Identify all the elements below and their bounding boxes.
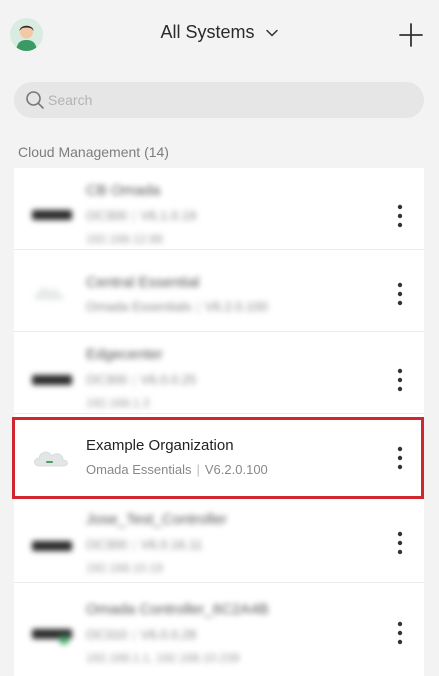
app-header: All Systems (0, 0, 439, 70)
more-options-button[interactable] (390, 445, 410, 471)
cloud-icon (34, 287, 64, 300)
more-options-button[interactable] (390, 530, 410, 556)
system-model: OC300 (86, 537, 128, 552)
hardware-controller-icon (32, 375, 72, 385)
search-icon (26, 91, 44, 109)
system-version: V6.0.0.25 (140, 372, 197, 387)
more-vertical-icon (397, 368, 403, 392)
hardware-controller-icon (32, 210, 72, 220)
more-vertical-icon (397, 621, 403, 645)
system-selector-button[interactable]: All Systems (160, 22, 278, 43)
add-system-button[interactable] (398, 22, 424, 48)
system-ip: 192.168.1.3 (86, 396, 150, 410)
system-model-version: Omada Essentials | V6.2.0.100 (86, 462, 268, 477)
more-vertical-icon (397, 531, 403, 555)
hardware-controller-icon (32, 541, 72, 551)
cloud-icon (34, 451, 68, 467)
list-item[interactable]: Jose_Test_Controller OC300 | V6.0.16.11 19… (14, 501, 424, 583)
list-item[interactable]: Edgecenter OC300 | V6.0.0.25 192.168.1.3 (14, 332, 424, 414)
more-options-button[interactable] (390, 203, 410, 229)
system-model-version: OC300 | V6.0.16.11 (86, 537, 203, 552)
list-item[interactable]: Central Essential Omada Essentials | V6.2.… (14, 250, 424, 332)
more-vertical-icon (397, 204, 403, 228)
system-name: Jose_Test_Controller (86, 511, 227, 528)
system-model-version: OC300 | V6.1.0.19 (86, 208, 197, 223)
system-version: V6.0.16.11 (140, 537, 203, 552)
system-name: Edgecenter (86, 346, 163, 363)
plus-icon (399, 23, 423, 47)
list-item-example-organization[interactable]: Example Organization Omada Essentials | V6… (14, 417, 424, 499)
system-name: Example Organization (86, 437, 234, 454)
system-model-version: OC310 | V6.0.0.28 (86, 627, 197, 642)
system-model: Omada Essentials (86, 299, 192, 314)
system-name: Omada Controller_6C2A4B (86, 601, 269, 618)
hardware-controller-icon (32, 629, 72, 644)
system-model: OC300 (86, 372, 128, 387)
page-title: All Systems (160, 22, 255, 42)
more-vertical-icon (397, 446, 403, 470)
system-name: CB Omada (86, 182, 161, 199)
system-version: V6.0.0.28 (140, 627, 197, 642)
user-avatar[interactable] (10, 18, 43, 51)
system-name: Central Essential (86, 274, 200, 291)
system-list: CB Omada OC300 | V6.1.0.19 192.168.12.88 C… (14, 168, 424, 676)
system-ip: 192.168.1.1, 192.168.10.239 (86, 651, 240, 665)
system-version: V6.1.0.19 (140, 208, 197, 223)
system-version: V6.2.0.100 (204, 299, 268, 314)
chevron-down-icon (265, 29, 278, 36)
system-model: OC300 (86, 208, 128, 223)
system-model-version: Omada Essentials | V6.2.0.100 (86, 299, 268, 314)
system-version: V6.2.0.100 (204, 462, 268, 477)
system-ip: 192.168.10.19 (86, 561, 163, 575)
system-model: Omada Essentials (86, 462, 192, 477)
search-input[interactable] (48, 82, 408, 118)
avatar-icon (10, 18, 43, 51)
section-label: Cloud Management (14) (18, 144, 169, 160)
more-options-button[interactable] (390, 367, 410, 393)
more-options-button[interactable] (390, 281, 410, 307)
system-model: OC310 (86, 627, 128, 642)
list-item[interactable]: CB Omada OC300 | V6.1.0.19 192.168.12.88 (14, 168, 424, 250)
search-bar[interactable] (14, 82, 424, 118)
system-model-version: OC300 | V6.0.0.25 (86, 372, 197, 387)
system-ip: 192.168.12.88 (86, 232, 163, 246)
list-item[interactable]: Omada Controller_6C2A4B OC310 | V6.0.0.28 … (14, 585, 424, 676)
more-options-button[interactable] (390, 620, 410, 646)
more-vertical-icon (397, 282, 403, 306)
system-selector: All Systems (0, 22, 439, 43)
